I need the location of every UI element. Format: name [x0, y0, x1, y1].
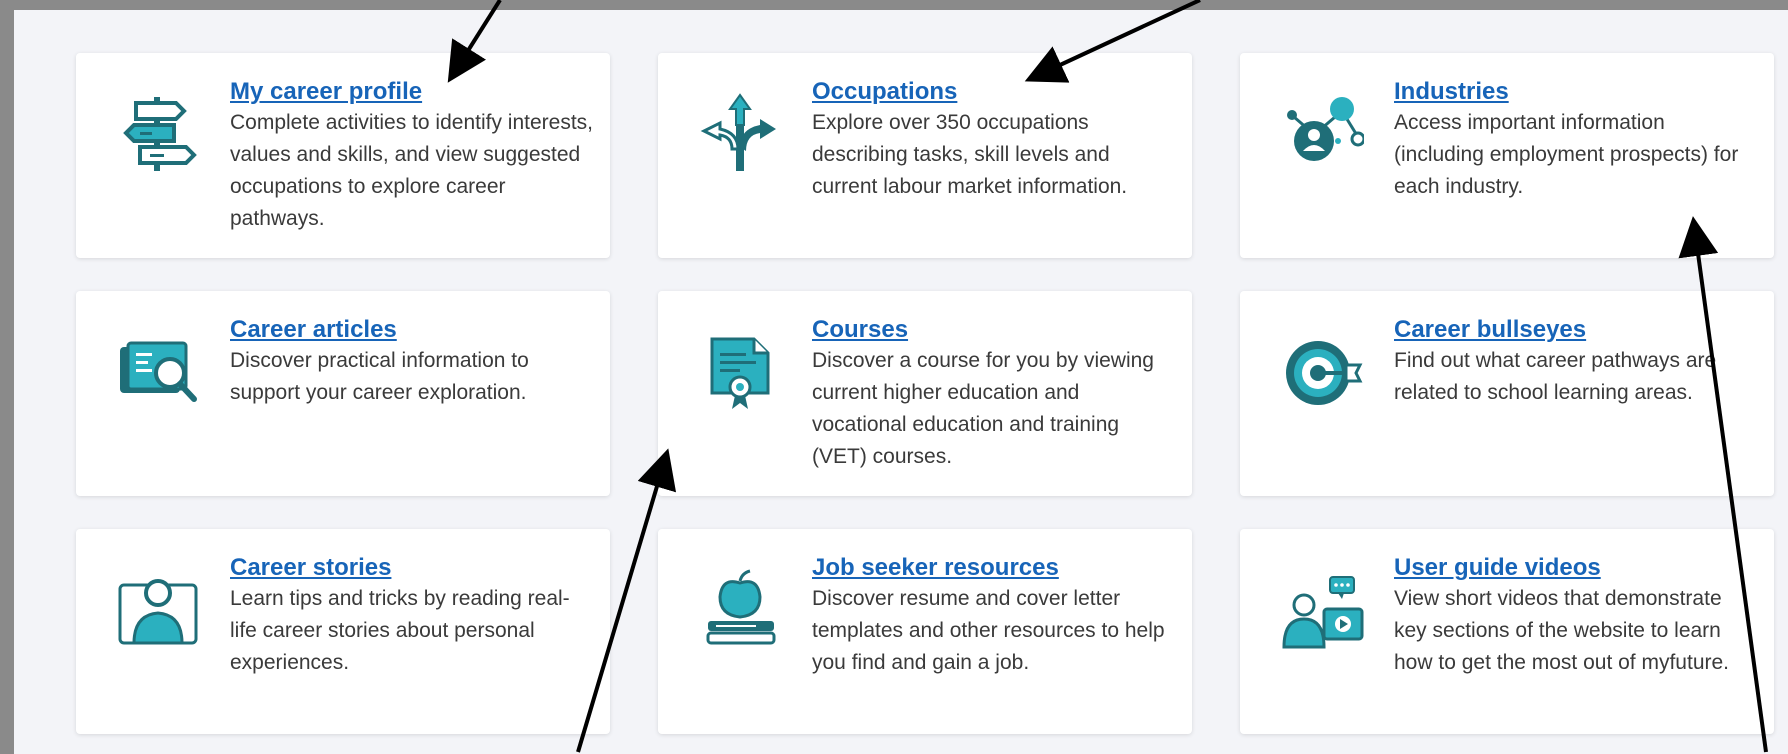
card-title-link[interactable]: Occupations — [812, 77, 1178, 107]
card-user-guide-videos[interactable]: User guide videos View short videos that… — [1240, 529, 1774, 734]
card-industries[interactable]: Industries Access important information … — [1240, 53, 1774, 258]
screenshot-frame: My career profile Complete activities to… — [0, 0, 1788, 754]
card-description: Learn tips and tricks by reading real-li… — [230, 587, 570, 674]
card-title-link[interactable]: Job seeker resources — [812, 553, 1178, 583]
person-portrait-icon — [116, 567, 200, 651]
card-title-link[interactable]: Career bullseyes — [1394, 315, 1760, 345]
bullseye-target-icon — [1280, 329, 1364, 413]
apple-books-icon — [698, 567, 782, 651]
card-title-link[interactable]: Courses — [812, 315, 1178, 345]
card-occupations[interactable]: Occupations Explore over 350 occupations… — [658, 53, 1192, 258]
card-career-bullseyes[interactable]: Career bullseyes Find out what career pa… — [1240, 291, 1774, 496]
card-description: Discover resume and cover letter templat… — [812, 587, 1165, 674]
card-my-career-profile[interactable]: My career profile Complete activities to… — [76, 53, 610, 258]
certificate-icon — [698, 329, 782, 413]
card-description: Explore over 350 occupations describing … — [812, 111, 1128, 198]
card-description: Access important information (including … — [1394, 111, 1739, 198]
card-description: View short videos that demonstrate key s… — [1394, 587, 1730, 674]
card-title-link[interactable]: Career articles — [230, 315, 596, 345]
card-title-link[interactable]: My career profile — [230, 77, 596, 107]
card-title-link[interactable]: Industries — [1394, 77, 1760, 107]
article-search-icon — [116, 329, 200, 413]
card-career-articles[interactable]: Career articles Discover practical infor… — [76, 291, 610, 496]
card-description: Discover practical information to suppor… — [230, 349, 529, 404]
card-title-link[interactable]: Career stories — [230, 553, 596, 583]
video-guide-icon — [1280, 567, 1364, 651]
network-person-icon — [1280, 91, 1366, 175]
crossroads-arrows-icon — [698, 91, 782, 175]
card-description: Complete activities to identify interest… — [230, 111, 593, 230]
card-career-stories[interactable]: Career stories Learn tips and tricks by … — [76, 529, 610, 734]
card-description: Find out what career pathways are relate… — [1394, 349, 1717, 404]
card-description: Discover a course for you by viewing cur… — [812, 349, 1154, 468]
card-title-link[interactable]: User guide videos — [1394, 553, 1760, 583]
signpost-icon — [116, 91, 200, 175]
card-grid: My career profile Complete activities to… — [76, 53, 1774, 734]
card-job-seeker-resources[interactable]: Job seeker resources Discover resume and… — [658, 529, 1192, 734]
card-courses[interactable]: Courses Discover a course for you by vie… — [658, 291, 1192, 496]
